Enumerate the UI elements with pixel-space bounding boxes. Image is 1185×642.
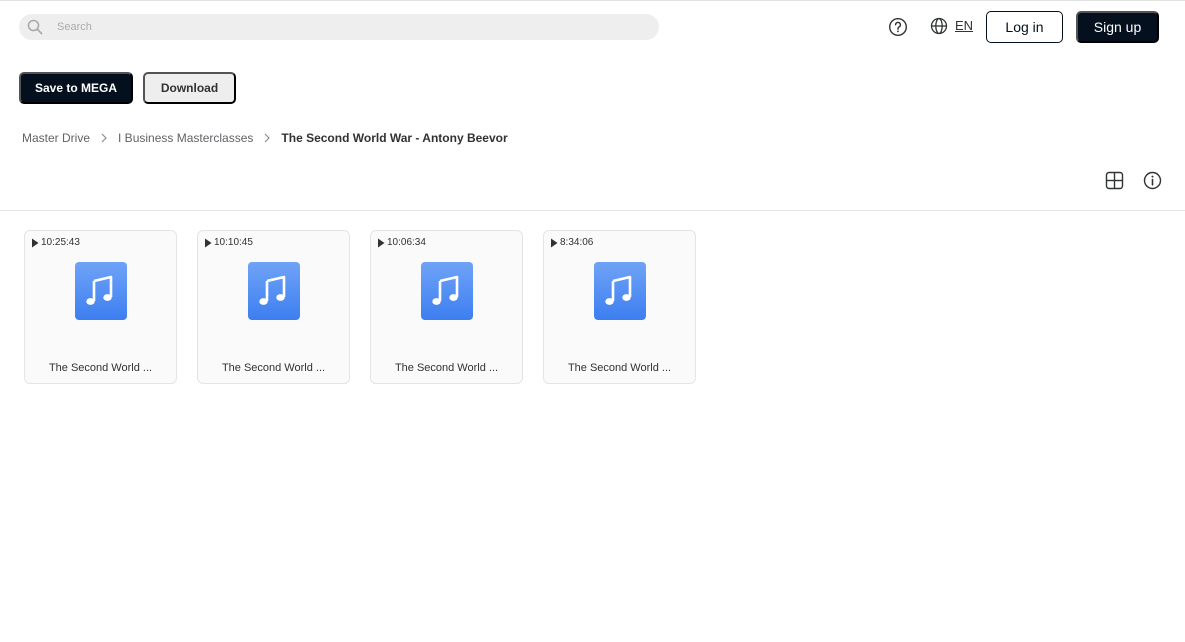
- search-bar[interactable]: [19, 14, 659, 40]
- duration-text: 10:10:45: [214, 237, 253, 248]
- top-border: [0, 0, 1185, 1]
- duration-badge: 10:25:43: [31, 237, 80, 248]
- signup-button[interactable]: Sign up: [1076, 11, 1159, 43]
- duration-badge: 8:34:06: [550, 237, 593, 248]
- language-selector[interactable]: EN: [955, 18, 973, 33]
- search-icon: [27, 19, 43, 35]
- chevron-right-icon: [100, 133, 108, 143]
- breadcrumb-item-masterclasses[interactable]: I Business Masterclasses: [118, 131, 253, 145]
- file-name: The Second World ...: [567, 362, 672, 374]
- file-name: The Second World ...: [394, 362, 499, 374]
- login-button[interactable]: Log in: [986, 11, 1063, 43]
- file-name: The Second World ...: [221, 362, 326, 374]
- file-name: The Second World ...: [48, 362, 153, 374]
- duration-text: 8:34:06: [560, 237, 594, 248]
- play-icon: [205, 238, 212, 247]
- duration-text: 10:06:34: [387, 237, 426, 248]
- file-card[interactable]: 10:25:43 The Second World ...: [24, 230, 177, 384]
- file-grid: 10:25:43 The Second World ... 10:10:45 T…: [24, 230, 696, 384]
- file-card[interactable]: 10:10:45 The Second World ...: [197, 230, 350, 384]
- chevron-right-icon: [263, 133, 271, 143]
- duration-badge: 10:10:45: [204, 237, 253, 248]
- search-input[interactable]: [57, 14, 647, 40]
- breadcrumb-current: The Second World War - Antony Beevor: [281, 131, 508, 145]
- help-icon[interactable]: [888, 17, 908, 37]
- play-icon: [32, 238, 39, 247]
- download-button[interactable]: Download: [143, 72, 236, 104]
- audio-file-icon: [75, 262, 127, 320]
- audio-file-icon: [248, 262, 300, 320]
- grid-view-icon[interactable]: [1105, 171, 1124, 190]
- save-to-mega-button[interactable]: Save to MEGA: [19, 72, 133, 104]
- breadcrumb: Master Drive I Business Masterclasses Th…: [22, 131, 508, 145]
- file-card[interactable]: 10:06:34 The Second World ...: [370, 230, 523, 384]
- duration-badge: 10:06:34: [377, 237, 426, 248]
- globe-icon[interactable]: [930, 17, 948, 35]
- play-icon: [378, 238, 385, 247]
- content-divider: [0, 210, 1185, 211]
- audio-file-icon: [594, 262, 646, 320]
- play-icon: [551, 238, 558, 247]
- audio-file-icon: [421, 262, 473, 320]
- file-card[interactable]: 8:34:06 The Second World ...: [543, 230, 696, 384]
- breadcrumb-item-master-drive[interactable]: Master Drive: [22, 131, 90, 145]
- duration-text: 10:25:43: [41, 237, 80, 248]
- info-icon[interactable]: [1143, 171, 1162, 190]
